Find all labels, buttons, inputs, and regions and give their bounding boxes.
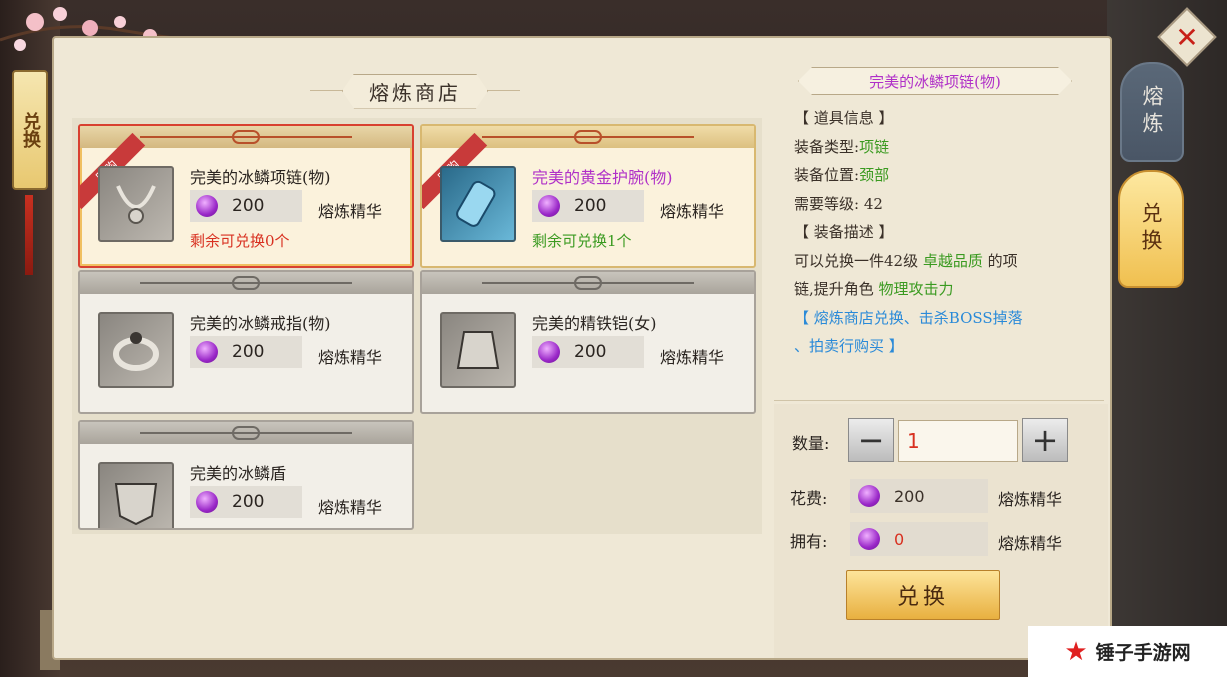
tab-exchange[interactable]: 兑换	[1118, 170, 1184, 288]
type-label: 装备类型:	[794, 137, 860, 156]
price-box: 200	[532, 190, 644, 222]
cost-value: 200	[894, 486, 925, 506]
owned-value: 0	[894, 529, 905, 549]
card-rope-bar	[80, 272, 412, 294]
essence-gem-icon	[538, 195, 560, 217]
shop-item-card[interactable]: 限购 完美的黄金护腕(物) 200 熔炼精华 剩余可兑换1个	[420, 124, 756, 268]
desc-line-2: 链,提升角色 物理攻击力	[794, 275, 1094, 304]
quantity-input[interactable]	[898, 420, 1018, 462]
currency-label: 熔炼精华	[660, 348, 725, 367]
shop-item-card[interactable]: 限购 完美的冰鳞项链(物) 200 熔炼精华 剩余可兑换0个	[78, 124, 414, 268]
essence-gem-icon	[196, 341, 218, 363]
source-line-2: 、拍卖行购买 】	[794, 337, 904, 355]
watermark-text: 锤子手游网	[1095, 642, 1191, 664]
watermark: ★ 锤子手游网	[1028, 626, 1227, 677]
essence-gem-icon	[858, 528, 880, 550]
price-box: 200	[190, 486, 302, 518]
close-icon[interactable]: ✕	[1166, 16, 1208, 58]
price-value: 200	[232, 342, 265, 362]
card-rope-bar	[80, 422, 412, 444]
desc-line-1: 可以兑换一件42级 卓越品质 的项	[794, 247, 1094, 276]
level-line: 需要等级: 42	[794, 194, 883, 213]
item-name: 完美的冰鳞项链(物)	[190, 168, 331, 187]
price-value: 200	[574, 196, 607, 216]
slot-label: 装备位置:	[794, 166, 860, 184]
currency-label: 熔炼精华	[318, 202, 383, 221]
shop-item-card[interactable]: 完美的精铁铠(女) 200 熔炼精华	[420, 270, 756, 414]
cost-box: 200	[850, 479, 988, 513]
star-icon: ★	[1064, 636, 1088, 667]
shop-title-wrap: 熔炼商店	[340, 76, 490, 106]
equip-slot-line: 装备位置:颈部	[794, 161, 1094, 190]
equip-type-line: 装备类型:项链	[794, 133, 1094, 162]
detail-divider	[774, 400, 1104, 401]
currency-label: 熔炼精华	[318, 348, 383, 367]
shop-item-card[interactable]: 完美的冰鳞盾 200 熔炼精华	[78, 420, 414, 530]
item-detail-text: 【 道具信息 】 装备类型:项链 装备位置:颈部 需要等级: 42 【 装备描述…	[794, 104, 1094, 361]
price-box: 200	[532, 336, 644, 368]
shield-icon	[98, 462, 174, 528]
desc-text: 链,提升角色	[794, 280, 879, 298]
item-name: 完美的冰鳞盾	[190, 464, 287, 483]
armor-icon	[440, 312, 516, 388]
type-value: 项链	[859, 137, 890, 156]
essence-gem-icon	[196, 195, 218, 217]
item-name: 完美的黄金护腕(物)	[532, 168, 673, 187]
essence-gem-icon	[538, 341, 560, 363]
currency-label: 熔炼精华	[660, 202, 725, 221]
necklace-icon	[98, 166, 174, 242]
cost-label: 花费:	[790, 489, 828, 508]
quantity-label: 数量:	[792, 434, 830, 453]
slot-value: 颈部	[859, 166, 890, 184]
owned-label: 拥有:	[790, 532, 828, 551]
price-value: 200	[574, 342, 607, 362]
left-tassel	[25, 195, 33, 275]
desc-attr: 物理攻击力	[878, 280, 954, 298]
info-header: 【 道具信息 】	[794, 109, 894, 127]
detail-item-title: 完美的冰鳞项链(物)	[798, 67, 1072, 95]
shop-item-card[interactable]: 完美的冰鳞戒指(物) 200 熔炼精华	[78, 270, 414, 414]
essence-gem-icon	[196, 491, 218, 513]
ring-icon	[98, 312, 174, 388]
price-box: 200	[190, 190, 302, 222]
remaining-count: 剩余可兑换1个	[532, 232, 632, 250]
remaining-count: 剩余可兑换0个	[190, 232, 290, 250]
owned-currency: 熔炼精华	[998, 534, 1063, 553]
desc-text: 的项	[982, 251, 1018, 270]
cost-currency: 熔炼精华	[998, 490, 1063, 509]
exchange-button[interactable]: 兑换	[846, 570, 1000, 620]
tab-smelt[interactable]: 熔炼	[1120, 62, 1184, 162]
bracer-icon	[440, 166, 516, 242]
price-box: 200	[190, 336, 302, 368]
shop-title: 熔炼商店	[342, 74, 488, 109]
essence-gem-icon	[858, 485, 880, 507]
desc-header: 【 装备描述 】	[794, 223, 894, 241]
desc-quality: 卓越品质	[922, 251, 983, 270]
decrease-button[interactable]: −	[848, 418, 894, 462]
source-line-1: 【 熔炼商店兑换、击杀BOSS掉落	[794, 308, 1023, 327]
owned-box: 0	[850, 522, 988, 556]
price-value: 200	[232, 196, 265, 216]
card-rope-bar	[422, 272, 754, 294]
increase-button[interactable]: +	[1022, 418, 1068, 462]
item-name: 完美的精铁铠(女)	[532, 314, 657, 333]
left-exchange-tab[interactable]: 兑换	[12, 70, 48, 190]
currency-label: 熔炼精华	[318, 498, 383, 517]
desc-text: 可以兑换一件42级	[794, 251, 923, 270]
item-name: 完美的冰鳞戒指(物)	[190, 314, 331, 333]
price-value: 200	[232, 492, 265, 512]
